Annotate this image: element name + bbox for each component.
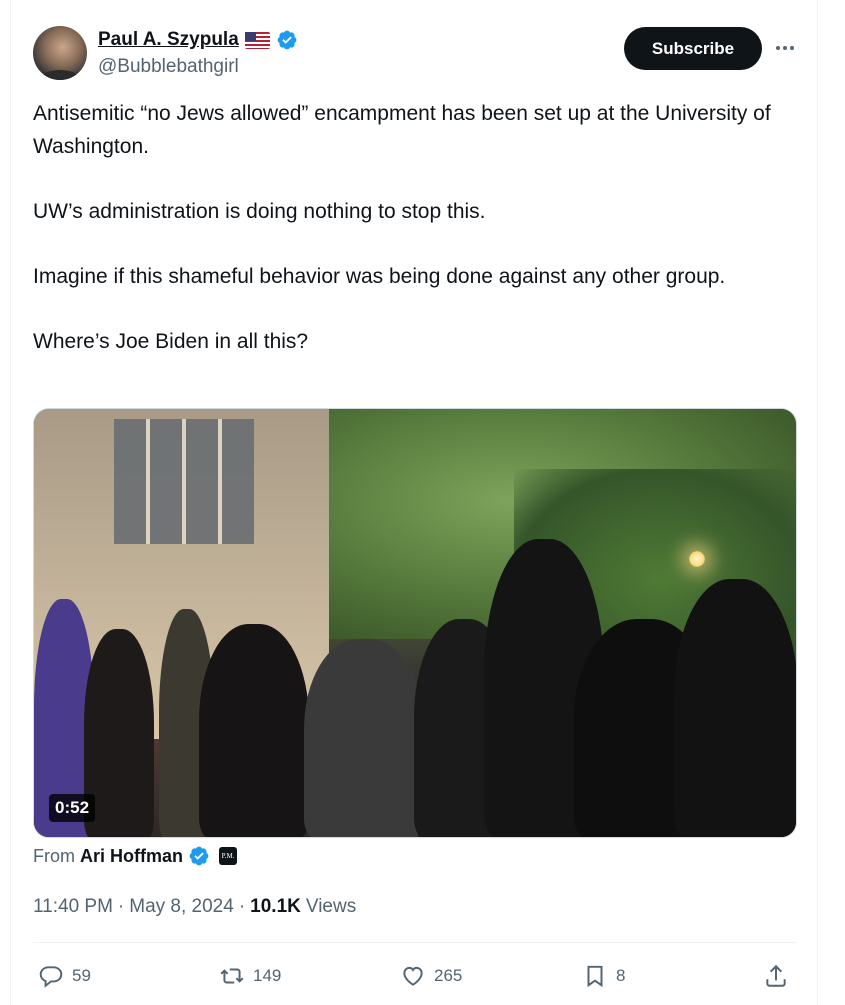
- tweet-paragraph: Imagine if this shameful behavior was be…: [33, 264, 726, 288]
- more-horizontal-icon[interactable]: [770, 36, 800, 60]
- bookmark-count: 8: [616, 966, 626, 985]
- affiliate-badge-icon[interactable]: P.M.: [219, 847, 237, 865]
- tweet-paragraph: Where’s Joe Biden in all this?: [33, 329, 309, 353]
- video-frame-crowd: [34, 539, 796, 837]
- tweet-text: Antisemitic “no Jews allowed” encampment…: [33, 98, 793, 391]
- video-attribution: From Ari Hoffman P.M.: [33, 845, 237, 867]
- bookmark-button[interactable]: 8: [582, 958, 625, 994]
- like-button[interactable]: 265: [400, 958, 462, 994]
- action-bar: 59 149 265 8: [33, 958, 797, 994]
- repost-button[interactable]: 149: [219, 958, 281, 994]
- avatar[interactable]: [33, 26, 87, 80]
- repost-count: 149: [253, 966, 282, 985]
- author-handle[interactable]: @Bubblebathgirl: [98, 56, 239, 78]
- tweet-time[interactable]: 11:40 PM: [33, 896, 113, 918]
- reply-icon: [39, 966, 63, 988]
- heart-icon: [403, 966, 423, 986]
- tweet-meta: 11:40 PM · May 8, 2024 · 10.1K Views: [33, 896, 356, 918]
- bookmark-icon: [587, 965, 603, 988]
- avatar-shirt: [38, 70, 82, 80]
- share-button[interactable]: [763, 958, 789, 994]
- subscribe-button[interactable]: Subscribe: [624, 27, 762, 70]
- us-flag-icon: [244, 31, 270, 49]
- verified-badge-icon: [189, 846, 209, 866]
- repost-icon: [220, 968, 244, 984]
- from-label: From: [33, 845, 75, 866]
- like-count: 265: [434, 966, 463, 985]
- tweet-date[interactable]: May 8, 2024: [129, 896, 234, 918]
- reply-button[interactable]: 59: [38, 958, 91, 994]
- reply-count: 59: [72, 966, 91, 985]
- tweet-paragraph: UW’s administration is doing nothing to …: [33, 199, 486, 223]
- views-count: 10.1K: [250, 896, 301, 917]
- tweet-paragraph: Antisemitic “no Jews allowed” encampment…: [33, 102, 771, 158]
- meta-separator: ·: [238, 896, 246, 917]
- verified-badge-icon[interactable]: [276, 29, 298, 51]
- author-display-name[interactable]: Paul A. Szypula: [98, 29, 239, 51]
- from-name[interactable]: Ari Hoffman: [80, 846, 183, 867]
- meta-separator: ·: [117, 896, 125, 917]
- video-duration: 0:52: [49, 794, 96, 822]
- share-icon: [766, 964, 786, 987]
- video-player[interactable]: [33, 408, 797, 838]
- views-label: Views: [305, 896, 357, 917]
- divider: [33, 942, 797, 943]
- video-frame-lamp: [689, 551, 705, 567]
- author-name-row: Paul A. Szypula: [98, 29, 298, 51]
